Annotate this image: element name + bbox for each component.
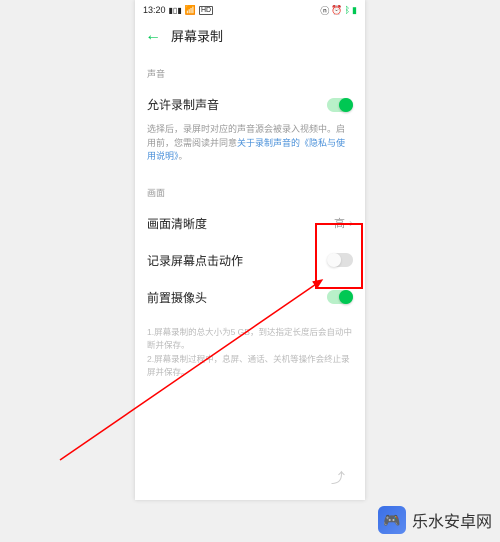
signal-icon: ▮▯▮ <box>169 6 182 15</box>
gamepad-icon: 🎮 <box>383 512 400 529</box>
footer-notes: 1.屏幕录制的总大小为5 GB，到达指定长度后会自动中断并保存。 2.屏幕录制过… <box>135 316 365 390</box>
note-1: 1.屏幕录制的总大小为5 GB，到达指定长度后会自动中断并保存。 <box>147 326 353 353</box>
alarm-icon: ⏰ <box>331 5 342 16</box>
clarity-row[interactable]: 画面清晰度 高 › <box>135 205 365 242</box>
nfc-icon: ⓝ <box>320 4 329 17</box>
back-icon[interactable]: ← <box>145 27 161 45</box>
record-taps-row: 记录屏幕点击动作 <box>135 242 365 279</box>
watermark-text: 乐水安卓网 <box>412 508 492 532</box>
front-camera-toggle[interactable] <box>327 290 353 304</box>
allow-record-sound-title: 允许录制声音 <box>147 96 219 113</box>
share-icon[interactable]: ⤴ <box>331 468 345 488</box>
record-taps-toggle[interactable] <box>327 253 353 267</box>
record-taps-title: 记录屏幕点击动作 <box>147 252 243 269</box>
allow-record-sound-toggle[interactable] <box>327 98 353 112</box>
note-2: 2.屏幕录制过程中，息屏、通话、关机等操作会终止录屏并保存。 <box>147 353 353 380</box>
hd-badge: HD <box>199 6 213 15</box>
clarity-title: 画面清晰度 <box>147 215 207 232</box>
desc-post: 。 <box>179 151 188 161</box>
battery-icon: ▮ <box>352 5 357 16</box>
signal-icon-2: 📶 <box>185 5 196 16</box>
page-title: 屏幕录制 <box>171 26 223 45</box>
section-sound-label: 声音 <box>135 55 365 86</box>
watermark-icon: 🎮 <box>378 506 406 534</box>
phone-screen: 13:20 ▮▯▮ 📶 HD ⓝ ⏰ ᛒ ▮ ← 屏幕录制 声音 允许录制声音 … <box>135 0 365 500</box>
watermark: 🎮 乐水安卓网 <box>378 506 492 534</box>
allow-record-sound-desc: 选择后，录屏时对应的声音源会被录入视频中。启用前，您需阅读并同意关于录制声音的《… <box>135 123 365 174</box>
chevron-right-icon: › <box>349 216 353 230</box>
status-bar: 13:20 ▮▯▮ 📶 HD ⓝ ⏰ ᛒ ▮ <box>135 0 365 18</box>
clarity-value: 高 <box>334 215 345 231</box>
front-camera-title: 前置摄像头 <box>147 289 207 306</box>
allow-record-sound-row: 允许录制声音 <box>135 86 365 123</box>
status-time: 13:20 <box>143 5 166 15</box>
bluetooth-icon: ᛒ <box>345 5 350 15</box>
page-header: ← 屏幕录制 <box>135 18 365 55</box>
section-picture-label: 画面 <box>135 174 365 205</box>
front-camera-row: 前置摄像头 <box>135 279 365 316</box>
